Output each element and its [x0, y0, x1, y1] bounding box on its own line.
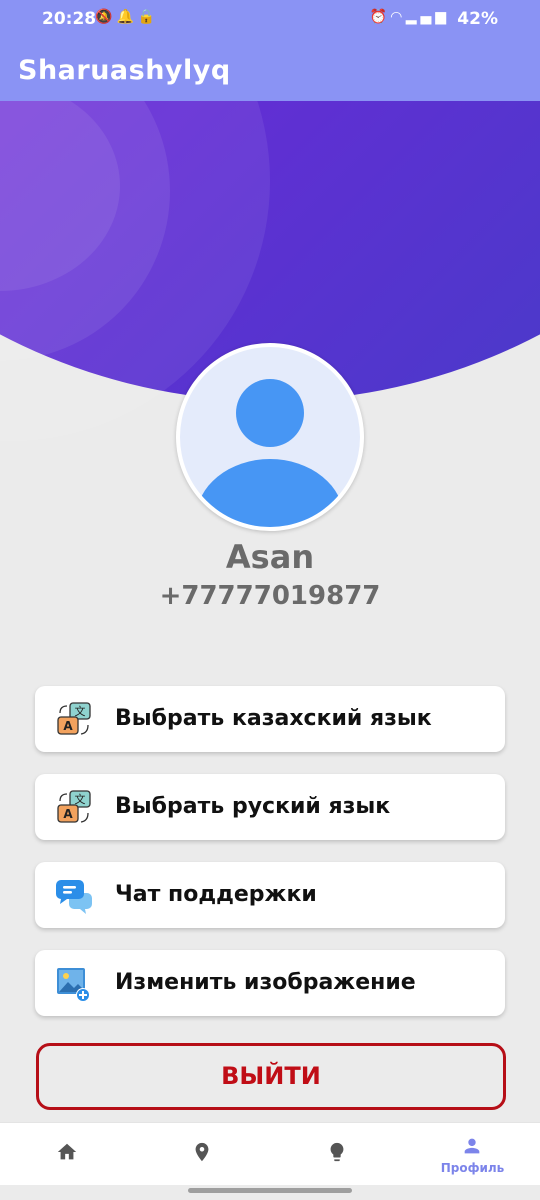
battery-level: 42% [457, 9, 498, 29]
menu-item-label: Изменить изображение [115, 970, 416, 995]
nav-profile[interactable]: Профиль [405, 1123, 540, 1185]
chat-icon [56, 880, 92, 914]
lightbulb-icon [330, 1142, 344, 1162]
home-indicator[interactable] [188, 1188, 352, 1193]
change-image-button[interactable]: Изменить изображение [35, 950, 505, 1016]
system-icons: ⏰◠▂▄▆ [369, 9, 450, 25]
signal-icon: ▂▄▆ [405, 9, 450, 25]
app-title: Sharuashylyq [18, 55, 231, 86]
lock-icon: 🔒 [137, 9, 160, 25]
menu-item-label: Выбрать руский язык [115, 794, 391, 819]
select-russian-language-button[interactable]: 文 A Выбрать руский язык [35, 774, 505, 840]
svg-text:文: 文 [75, 792, 86, 806]
person-icon [464, 1138, 480, 1154]
select-kazakh-language-button[interactable]: 文 A Выбрать казахский язык [35, 686, 505, 752]
home-icon [57, 1143, 77, 1160]
nav-profile-label: Профиль [440, 1161, 505, 1175]
person-icon [196, 379, 344, 527]
status-bar: 20:28 🔕🔔🔒 ⏰◠▂▄▆ 42% [0, 0, 540, 40]
svg-text:A: A [63, 807, 73, 821]
nav-home[interactable] [0, 1123, 135, 1185]
translate-icon: 文 A [57, 702, 91, 735]
profile-name: Asan [225, 538, 315, 576]
mute-icon: 🔕 [95, 9, 117, 25]
svg-text:文: 文 [75, 704, 86, 718]
location-pin-icon [195, 1142, 209, 1162]
image-add-icon [57, 968, 90, 1002]
logout-button[interactable]: ВЫЙТИ [36, 1043, 506, 1110]
status-time: 20:28 [42, 9, 97, 29]
alarm-icon: ⏰ [369, 9, 391, 25]
menu-item-label: Выбрать казахский язык [115, 706, 432, 731]
notification-icons: 🔕🔔🔒 [95, 9, 159, 25]
profile-phone: +77777019877 [159, 581, 381, 611]
support-chat-button[interactable]: Чат поддержки [35, 862, 505, 928]
app-bar: Sharuashylyq [0, 40, 540, 101]
bottom-navigation: Профиль [0, 1122, 540, 1185]
wifi-icon: ◠ [390, 9, 406, 25]
avatar[interactable] [176, 343, 364, 531]
menu-item-label: Чат поддержки [115, 882, 317, 907]
svg-text:A: A [63, 719, 73, 733]
translate-icon: 文 A [57, 790, 91, 823]
avatar-placeholder [180, 347, 360, 527]
nav-tips[interactable] [270, 1123, 405, 1185]
nav-map[interactable] [135, 1123, 270, 1185]
bell-icon: 🔔 [116, 9, 138, 25]
